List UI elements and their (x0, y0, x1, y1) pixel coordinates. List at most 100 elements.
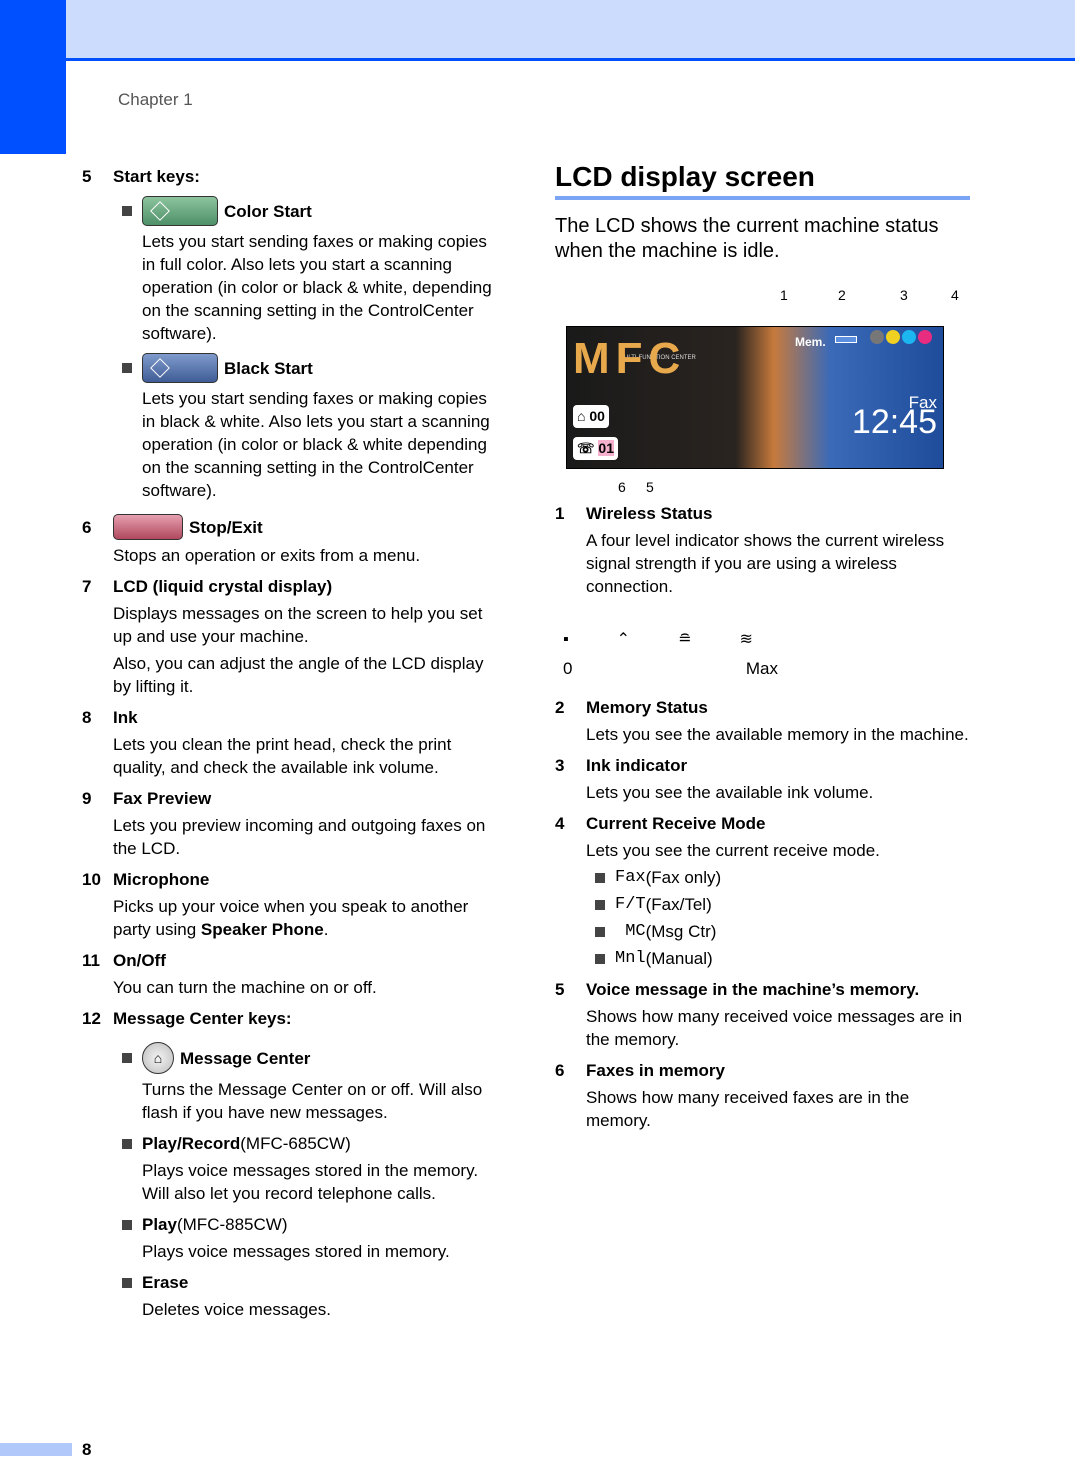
wifi-level-1-icon: ⌃ (616, 631, 631, 648)
stop-key-icon (113, 514, 183, 540)
item-title: Microphone (113, 870, 210, 889)
mode-code: F/T (615, 895, 646, 914)
item-number: 6 (82, 517, 92, 537)
play-desc: Plays voice messages stored in memory. (142, 1242, 450, 1261)
callout-1: 1 (780, 287, 788, 303)
mode-code: Mnl (615, 949, 646, 968)
footer-bar (0, 1443, 72, 1456)
item-number: 5 (555, 980, 565, 999)
ink-magenta-icon (918, 330, 932, 344)
page-number: 8 (82, 1440, 92, 1459)
wifi-levels: ▪ ⌃ ≘ ≋ (563, 628, 970, 651)
callout-6: 6 (618, 479, 626, 495)
item-title: On/Off (113, 951, 166, 970)
item-title: Ink indicator (586, 756, 688, 775)
bullet (122, 1053, 132, 1063)
wifi-level-2-icon: ≘ (678, 631, 692, 648)
wifi-min-label: 0 (563, 659, 573, 678)
voice-count-box: ⌂ 00 (573, 405, 609, 428)
color-start-label: Color Start (224, 201, 312, 221)
bullet (122, 363, 132, 373)
message-center-label: Message Center (180, 1048, 311, 1068)
item-number: 11 (82, 951, 100, 970)
ink-black-icon (870, 330, 884, 344)
lcd-figure: 1 2 3 4 MULTI-FUNCTION CENTER MFC Mem. F… (555, 284, 970, 495)
item-title: Voice message in the machine’s memory. (586, 980, 920, 999)
bullet (122, 1277, 132, 1288)
bullet (122, 1219, 132, 1230)
message-center-key-icon: ⌂ (142, 1042, 174, 1074)
ink-yellow-icon (886, 330, 900, 344)
mode-code: Fax (615, 868, 646, 887)
item-desc: Also, you can adjust the angle of the LC… (113, 654, 484, 696)
black-start-label: Black Start (224, 358, 313, 378)
item-desc: Lets you preview incoming and outgoing f… (113, 816, 486, 858)
item-number: 2 (555, 698, 565, 717)
item-title: Stop/Exit (189, 517, 263, 537)
item-desc: Stops an operation or exits from a menu. (113, 546, 421, 565)
message-center-desc: Turns the Message Center on or off. Will… (142, 1080, 483, 1122)
item-desc: Displays messages on the screen to help … (113, 604, 483, 646)
item-desc: Lets you see the available memory in the… (586, 725, 969, 744)
item-desc: You can turn the machine on or off. (113, 978, 377, 997)
item-number: 9 (82, 789, 92, 808)
bullet (122, 206, 132, 216)
item-title: Ink (113, 708, 138, 727)
item-number: 3 (555, 756, 565, 775)
item-number: 5 (82, 167, 92, 186)
lcd-screen-image: MULTI-FUNCTION CENTER MFC Mem. Fax 12:45… (566, 326, 944, 469)
item-number: 12 (82, 1009, 101, 1028)
lcd-memory-label: Mem. (795, 335, 826, 349)
header-band (66, 0, 1075, 61)
item-title: Message Center keys: (113, 1009, 292, 1028)
model-label: (MFC-685CW) (240, 1134, 351, 1153)
fax-count-box: ☏ 01 (573, 437, 618, 460)
section-title: LCD display screen (555, 163, 970, 200)
item-number: 1 (555, 504, 565, 523)
chapter-label: Chapter 1 (118, 90, 193, 109)
wifi-level-0-icon: ▪ (563, 631, 569, 648)
item-title: Faxes in memory (586, 1061, 725, 1080)
item-desc: A four level indicator shows the current… (586, 531, 945, 596)
play-record-desc: Plays voice messages stored in the memor… (142, 1161, 479, 1203)
item-desc: Shows how many received voice messages a… (586, 1007, 963, 1049)
mode-desc: (Fax/Tel) (645, 895, 712, 914)
mode-code: MC (615, 922, 646, 941)
color-start-key-icon (142, 196, 218, 226)
mode-desc: (Msg Ctr) (645, 922, 717, 941)
mode-desc: (Fax only) (645, 868, 722, 887)
item-desc: Picks up your voice when you speak to an… (113, 897, 469, 939)
item-title: Wireless Status (586, 504, 713, 523)
play-record-label: Play/Record (142, 1134, 241, 1153)
item-desc: Shows how many received faxes are in the… (586, 1088, 910, 1130)
item-title: Start keys: (113, 167, 200, 186)
section-intro: The LCD shows the current machine status… (555, 215, 939, 262)
item-desc: Lets you see the current receive mode. (586, 841, 880, 860)
color-start-desc: Lets you start sending faxes or making c… (142, 232, 492, 343)
lcd-logo: MFC (573, 334, 687, 383)
item-desc: Lets you see the available ink volume. (586, 783, 874, 802)
item-number: 7 (82, 577, 92, 596)
wifi-max-label: Max (745, 659, 778, 678)
item-title: LCD (liquid crystal display) (113, 577, 333, 596)
ink-cyan-icon (902, 330, 916, 344)
wifi-level-3-icon: ≋ (739, 631, 753, 648)
mode-desc: (Manual) (645, 949, 713, 968)
item-title: Fax Preview (113, 789, 212, 808)
item-number: 8 (82, 708, 92, 727)
play-label: Play (142, 1215, 177, 1234)
lcd-time: 12:45 (851, 403, 937, 441)
black-start-desc: Lets you start sending faxes or making c… (142, 389, 490, 500)
callout-2: 2 (838, 287, 846, 303)
item-number: 4 (555, 814, 565, 833)
item-number: 6 (555, 1061, 565, 1080)
erase-desc: Deletes voice messages. (142, 1300, 331, 1319)
item-title: Current Receive Mode (586, 814, 766, 833)
callout-5: 5 (646, 479, 654, 495)
chapter-tab (0, 0, 66, 154)
callout-4: 4 (951, 287, 959, 303)
memory-bar-icon (835, 336, 857, 343)
black-start-key-icon (142, 353, 218, 383)
bullet (122, 1138, 132, 1149)
item-title: Memory Status (586, 698, 708, 717)
